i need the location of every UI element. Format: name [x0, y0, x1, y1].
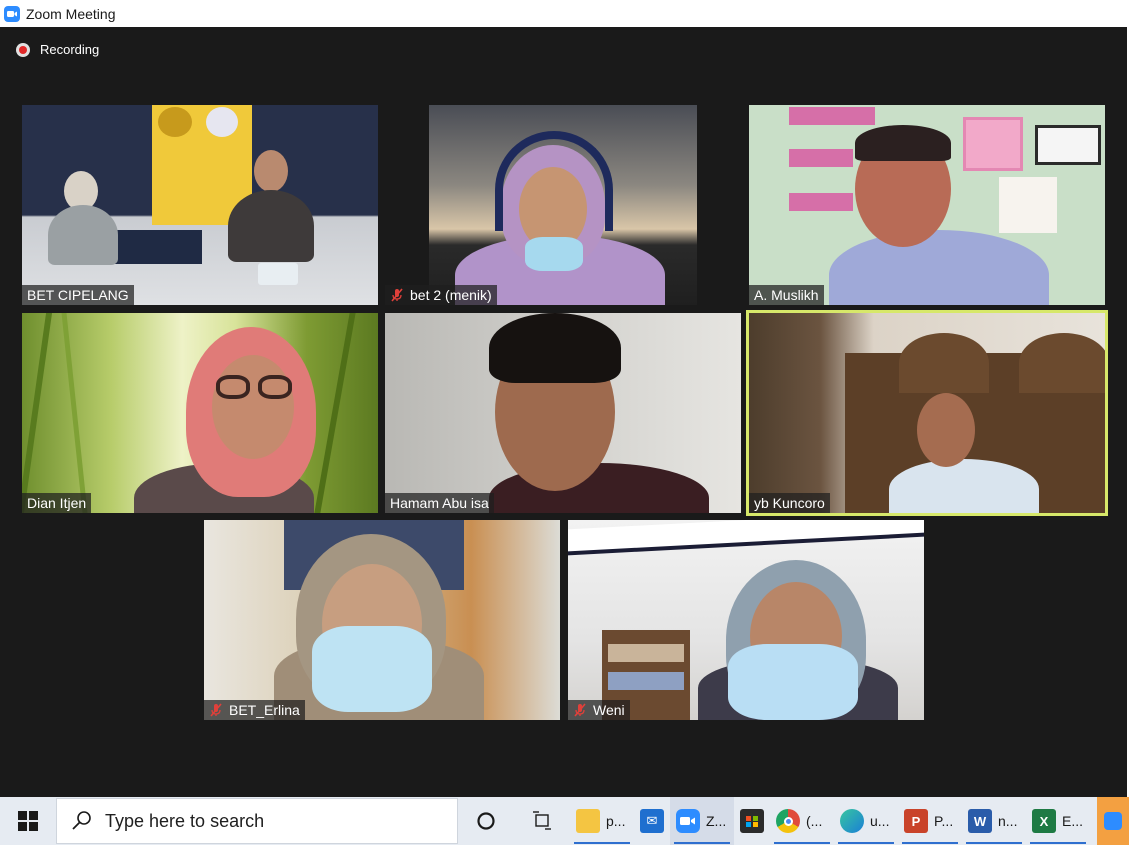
taskbar-app-word[interactable]: W n... — [962, 797, 1026, 845]
chrome-icon — [776, 809, 800, 833]
task-view-button[interactable] — [514, 797, 570, 845]
word-icon: W — [968, 809, 992, 833]
cortana-circle-icon — [477, 812, 495, 830]
video-tile[interactable]: BET CIPELANG — [22, 105, 378, 305]
taskbar-search-box[interactable]: Type here to search — [56, 798, 458, 844]
taskbar-app-label: Z... — [706, 813, 727, 829]
taskbar-app-label: p... — [606, 813, 626, 829]
store-icon — [740, 809, 764, 833]
video-tile[interactable]: Hamam Abu isa — [385, 313, 741, 513]
taskbar-app-edge[interactable]: u... — [834, 797, 898, 845]
record-icon — [16, 42, 30, 57]
video-tile[interactable]: Dian Itjen — [22, 313, 378, 513]
excel-icon: X — [1032, 809, 1056, 833]
participant-name: Hamam Abu isa — [390, 495, 489, 511]
participant-name-tag: Dian Itjen — [22, 493, 92, 513]
meeting-gallery: Recording BET CIPELANG bet 2 (menik) A. … — [0, 27, 1127, 797]
taskbar-app-store[interactable] — [734, 797, 770, 845]
task-view-icon — [533, 811, 551, 830]
app-icon — [1104, 812, 1122, 830]
participant-name-tag: BET_Erlina — [204, 700, 305, 720]
participant-name-tag: A. Muslikh — [749, 285, 824, 305]
video-tile[interactable]: bet 2 (menik) — [385, 105, 741, 305]
taskbar-app-label: n... — [998, 813, 1018, 829]
cortana-button[interactable] — [458, 797, 514, 845]
taskbar-app-file-explorer[interactable]: p... — [570, 797, 634, 845]
muted-microphone-icon — [391, 288, 403, 302]
start-button[interactable] — [0, 797, 56, 845]
participant-name: Dian Itjen — [27, 495, 87, 511]
participant-name-tag: Weni — [568, 700, 630, 720]
participant-name: BET CIPELANG — [27, 287, 129, 303]
file-explorer-icon — [576, 809, 600, 833]
taskbar-app-label: E... — [1062, 813, 1084, 829]
powerpoint-icon: P — [904, 809, 928, 833]
muted-microphone-icon — [210, 703, 222, 717]
participant-name: A. Muslikh — [754, 287, 819, 303]
video-tile[interactable]: A. Muslikh — [749, 105, 1105, 305]
taskbar-app-powerpoint[interactable]: P P... — [898, 797, 962, 845]
edge-icon — [840, 809, 864, 833]
participant-name-tag: bet 2 (menik) — [385, 285, 497, 305]
participant-name: yb Kuncoro — [754, 495, 825, 511]
participant-name: bet 2 (menik) — [410, 287, 492, 303]
taskbar-app-label: (... — [806, 813, 823, 829]
taskbar-app-overflow[interactable] — [1097, 797, 1129, 845]
title-bar: Zoom Meeting — [0, 0, 1129, 27]
mail-icon: ✉ — [640, 809, 664, 833]
zoom-icon — [676, 809, 700, 833]
video-tile-active-speaker[interactable]: yb Kuncoro — [746, 310, 1108, 516]
windows-taskbar: Type here to search p... ✉ Z... (... u..… — [0, 797, 1129, 845]
taskbar-app-label: P... — [934, 813, 954, 829]
participant-name: BET_Erlina — [229, 702, 300, 718]
participant-name-tag: yb Kuncoro — [749, 493, 830, 513]
window-title: Zoom Meeting — [26, 5, 116, 22]
taskbar-app-excel[interactable]: X E... — [1026, 797, 1090, 845]
video-tile[interactable]: Weni — [568, 520, 924, 720]
participant-name: Weni — [593, 702, 625, 718]
search-icon — [72, 811, 91, 830]
participant-name-tag: BET CIPELANG — [22, 285, 134, 305]
windows-logo-icon — [18, 811, 38, 831]
recording-indicator[interactable]: Recording — [16, 42, 99, 57]
video-tile[interactable]: BET_Erlina — [204, 520, 560, 720]
taskbar-app-label: u... — [870, 813, 890, 829]
taskbar-app-zoom[interactable]: Z... — [670, 797, 734, 845]
muted-microphone-icon — [574, 703, 586, 717]
zoom-logo-icon — [4, 5, 20, 22]
participant-name-tag: Hamam Abu isa — [385, 493, 494, 513]
search-placeholder: Type here to search — [105, 810, 265, 831]
taskbar-app-mail[interactable]: ✉ — [634, 797, 670, 845]
taskbar-app-chrome[interactable]: (... — [770, 797, 834, 845]
recording-label: Recording — [40, 42, 100, 57]
